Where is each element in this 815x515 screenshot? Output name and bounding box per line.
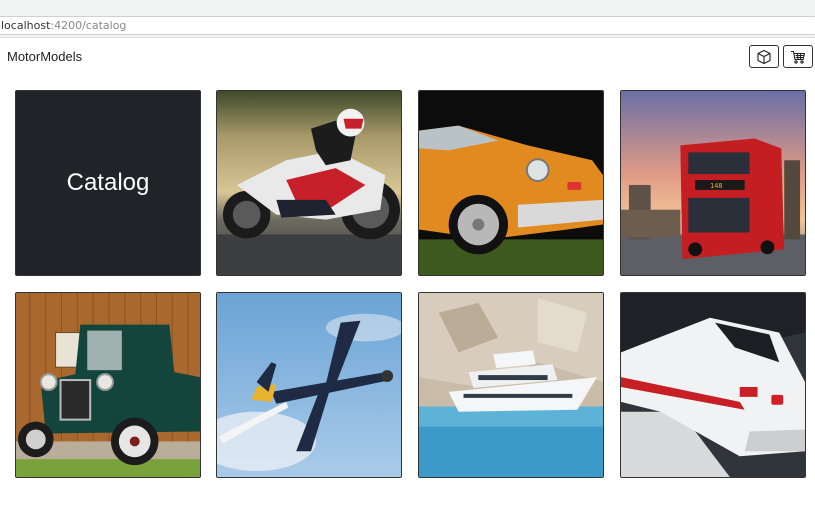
- cart-icon: [791, 50, 806, 64]
- motorcycle-image: [217, 91, 401, 275]
- tile-airplane[interactable]: [216, 292, 402, 478]
- sports-car-image: [419, 91, 603, 275]
- bus-image: 148: [621, 91, 805, 275]
- train-image: [621, 293, 805, 477]
- products-button[interactable]: [749, 45, 779, 68]
- catalog-title: Catalog: [66, 169, 150, 196]
- address-bar[interactable]: localhost:4200/catalog: [0, 16, 815, 35]
- tile-train[interactable]: [620, 292, 806, 478]
- url-path: :4200/catalog: [50, 19, 127, 32]
- cart-button[interactable]: [783, 45, 813, 68]
- url-host: localhost: [1, 19, 51, 32]
- brand-title[interactable]: MotorModels: [7, 49, 82, 64]
- catalog-title-tile: Catalog: [15, 90, 201, 276]
- airplane-image: [217, 293, 401, 477]
- tile-motorcycle[interactable]: [216, 90, 402, 276]
- app-header: MotorModels: [0, 38, 815, 76]
- svg-text:148: 148: [710, 182, 722, 190]
- tile-sports-car[interactable]: [418, 90, 604, 276]
- yacht-image: [419, 293, 603, 477]
- tile-double-decker-bus[interactable]: 148: [620, 90, 806, 276]
- box-icon: [757, 49, 771, 64]
- vintage-car-image: [16, 293, 200, 477]
- browser-toolbar: localhost:4200/catalog: [0, 0, 815, 38]
- tile-yacht[interactable]: [418, 292, 604, 478]
- url-text: localhost:4200/catalog: [1, 19, 126, 32]
- tile-vintage-car[interactable]: [15, 292, 201, 478]
